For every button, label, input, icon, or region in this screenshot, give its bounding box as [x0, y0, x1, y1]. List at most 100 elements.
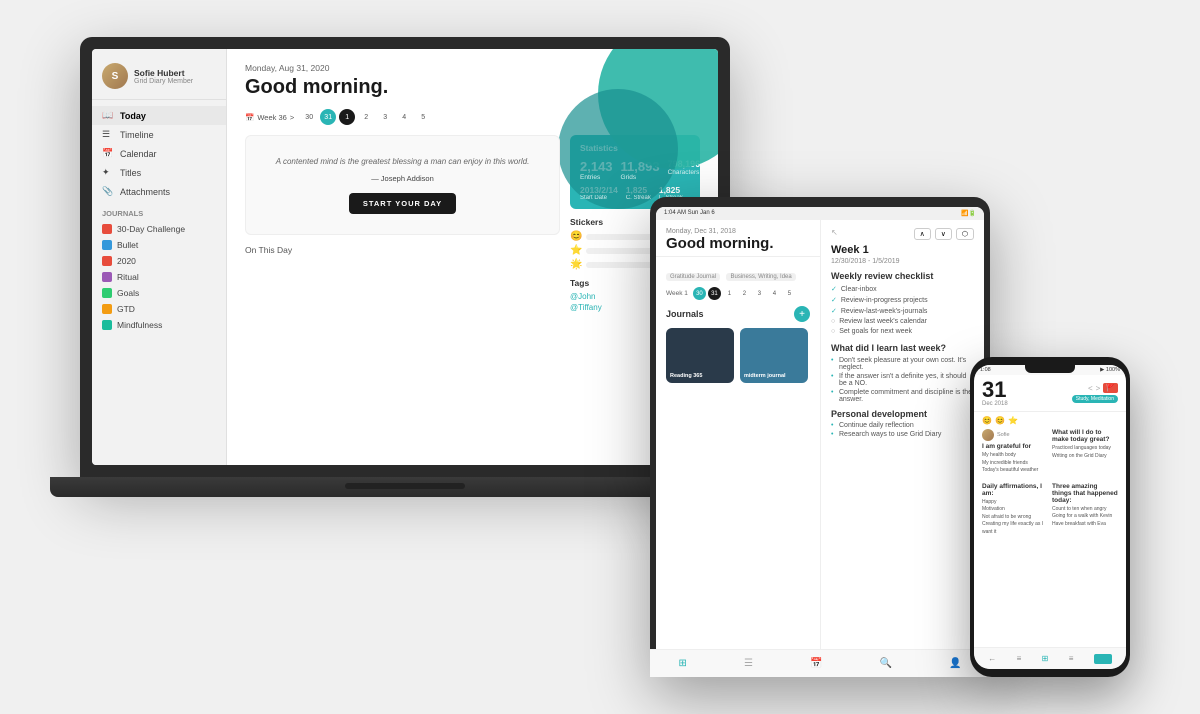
phone-nav-grid-icon[interactable]: ⊞	[1042, 654, 1049, 663]
tablet-week-day-1[interactable]: 31	[708, 287, 721, 300]
phone-affirmations-title: Daily affirmations, I am:	[982, 483, 1048, 497]
tablet-week-day-2[interactable]: 1	[723, 287, 736, 300]
tablet-checklist-title: Weekly review checklist	[831, 271, 974, 281]
sidebar-item-attachments[interactable]: 📎 Attachments	[92, 182, 226, 201]
book-icon: 📖	[102, 110, 114, 121]
tablet-journal-card-0[interactable]: Reading 365	[666, 328, 734, 383]
phone-gratitude-section: I am grateful for My health body My incr…	[982, 443, 1048, 475]
stats-cstreak: 1,825 C. Streak	[626, 185, 651, 201]
phone-two-col: Sofie I am grateful for My health body M…	[982, 429, 1118, 479]
week-day-5[interactable]: 4	[396, 109, 412, 125]
tablet-screen: 1:04 AM Sun Jan 6 📶🔋 Monday, Dec 31, 201…	[656, 207, 984, 667]
sidebar-item-calendar[interactable]: 📅 Calendar	[92, 144, 226, 163]
tablet-status-bar: 1:04 AM Sun Jan 6 📶🔋	[656, 207, 984, 220]
tablet-bottom-nav: ⊞ ☰ 📅 🔍 👤	[656, 649, 984, 667]
stats-startdate-label: Start Date	[580, 195, 618, 201]
phone-three-things-title: Three amazing things that happened today…	[1052, 483, 1118, 504]
phone-flag-button[interactable]: 🚩	[1103, 383, 1118, 393]
week-day-6[interactable]: 5	[415, 109, 431, 125]
tablet-check-1: ✓ Review-in-progress projects	[831, 296, 974, 304]
stats-entries-num: 2,143	[580, 159, 613, 174]
start-day-button[interactable]: START YOUR DAY	[349, 193, 456, 214]
tablet-journals-section: Journals + Reading 365	[666, 306, 810, 383]
phone-user-row: Sofie	[982, 429, 1048, 441]
username: Sofie Hubert	[134, 68, 216, 78]
phone-gratitude-0: My health body	[982, 452, 1048, 460]
tablet-week-day-5[interactable]: 4	[768, 287, 781, 300]
tablet-nav-person-icon[interactable]: 👤	[949, 658, 961, 667]
phone-three-0: Count to ten when angry	[1052, 506, 1118, 514]
stats-startdate-num: 2013/2/14	[580, 185, 618, 195]
tablet-journal-tags: Gratitude Journal Business, Writing, Ide…	[666, 265, 810, 283]
tablet-breadcrumb: ↖	[831, 228, 838, 240]
phone-gratitude-title: I am grateful for	[982, 443, 1048, 450]
phone-three-2: Have breakfast with Eva	[1052, 521, 1118, 529]
phone-nav-arrows: < > 🚩	[1088, 383, 1118, 393]
tablet-what-section: What did I learn last week? Don't seek p…	[831, 343, 974, 403]
journal-30day[interactable]: 30-Day Challenge	[92, 221, 226, 237]
phone-nav-teal-button[interactable]	[1094, 654, 1112, 664]
tablet-status-time: 1:04 AM Sun Jan 6	[664, 210, 715, 217]
phone-aff-1: Motivation	[982, 506, 1048, 514]
tablet-header: Monday, Dec 31, 2018 Good morning.	[656, 220, 820, 257]
journal-mindfulness[interactable]: Mindfulness	[92, 317, 226, 333]
tablet-journal-card-label-0: Reading 365	[670, 373, 702, 379]
phone-prev-button[interactable]: <	[1088, 383, 1093, 393]
phone-next-button[interactable]: >	[1096, 383, 1101, 393]
laptop-user-profile: S Sofie Hubert Grid Diary Member	[92, 57, 226, 100]
check-icon-2: ✓	[831, 307, 837, 315]
journals-section-title: Journals	[92, 201, 226, 221]
journal-goals[interactable]: Goals	[92, 285, 226, 301]
sidebar-item-titles[interactable]: ✦ Titles	[92, 163, 226, 182]
phone-three-1: Going for a walk with Kevin	[1052, 513, 1118, 521]
laptop-main: Monday, Aug 31, 2020 Good morning. 📅 Wee…	[227, 49, 718, 465]
sidebar-item-timeline[interactable]: ☰ Timeline	[92, 125, 226, 144]
journal-ritual[interactable]: Ritual	[92, 269, 226, 285]
tablet-next-button[interactable]: ∨	[935, 228, 952, 240]
phone-nav-list-icon[interactable]: ≡	[1017, 654, 1022, 663]
phone-today-title: What will I do to make today great?	[1052, 429, 1118, 443]
phone-date-num: 31	[982, 379, 1008, 401]
tablet-nav-calendar-icon[interactable]: 📅	[810, 658, 822, 667]
tablet-nav-search-icon[interactable]: 🔍	[879, 658, 891, 667]
tablet-journal-card-1[interactable]: midterm journal	[740, 328, 808, 383]
journal-gtd[interactable]: GTD	[92, 301, 226, 317]
phone-mini-avatar	[982, 429, 994, 441]
stats-startdate: 2013/2/14 Start Date	[580, 185, 618, 201]
week-day-0[interactable]: 30	[301, 109, 317, 125]
attachments-icon: 📎	[102, 186, 114, 197]
sidebar-item-today[interactable]: 📖 Today	[92, 106, 226, 125]
tablet-add-journal-button[interactable]: +	[794, 306, 810, 322]
phone-today-section: What will I do to make today great? Prac…	[1052, 429, 1118, 460]
week-day-4[interactable]: 3	[377, 109, 393, 125]
tablet-content: Gratitude Journal Business, Writing, Ide…	[656, 257, 820, 391]
stats-main: 2,143 Entries 11,893 Grids 798,196	[580, 159, 690, 181]
tablet-week-label: Week 1	[666, 290, 688, 297]
tablet-what-item-1: If the answer isn't a definite yes, it s…	[831, 373, 974, 387]
tablet-week-day-4[interactable]: 3	[753, 287, 766, 300]
tablet-week-day-0[interactable]: 30	[693, 287, 706, 300]
tablet-share-button[interactable]: ⬡	[956, 228, 974, 240]
tablet-prev-button[interactable]: ∧	[914, 228, 931, 240]
phone-nav-menu-icon[interactable]: ≡	[1069, 654, 1074, 663]
week-day-3[interactable]: 2	[358, 109, 374, 125]
week-label: 📅 Week 36 >	[245, 113, 294, 122]
journal-2020[interactable]: 2020	[92, 253, 226, 269]
phone-stickers: 😊 😊 ⭐	[982, 416, 1118, 425]
tablet-nav-list-icon[interactable]: ☰	[744, 658, 753, 667]
tablet-journal-card-label-1: midterm journal	[744, 373, 786, 379]
tablet-nav-grid-icon[interactable]: ⊞	[679, 658, 687, 667]
journal-bullet[interactable]: Bullet	[92, 237, 226, 253]
week-day-1[interactable]: 31	[320, 109, 336, 125]
tablet-journal-tag-1: Business, Writing, Idea	[726, 273, 795, 281]
tablet-greeting: Good morning.	[666, 235, 810, 252]
journal-dot	[102, 320, 112, 330]
phone-nav-back-icon[interactable]: ←	[988, 654, 996, 663]
week-day-2[interactable]: 1	[339, 109, 355, 125]
phone-sticker-2: ⭐	[1008, 416, 1018, 425]
phone-screen: 1:08 ▶ 100% 31 Dec 2018 < > 🚩	[974, 365, 1126, 669]
sticker-emoji-0: 😊	[570, 231, 582, 242]
tablet-week-day-6[interactable]: 5	[783, 287, 796, 300]
tablet-week-day-3[interactable]: 2	[738, 287, 751, 300]
stats-chars-label: Characters	[668, 169, 701, 176]
